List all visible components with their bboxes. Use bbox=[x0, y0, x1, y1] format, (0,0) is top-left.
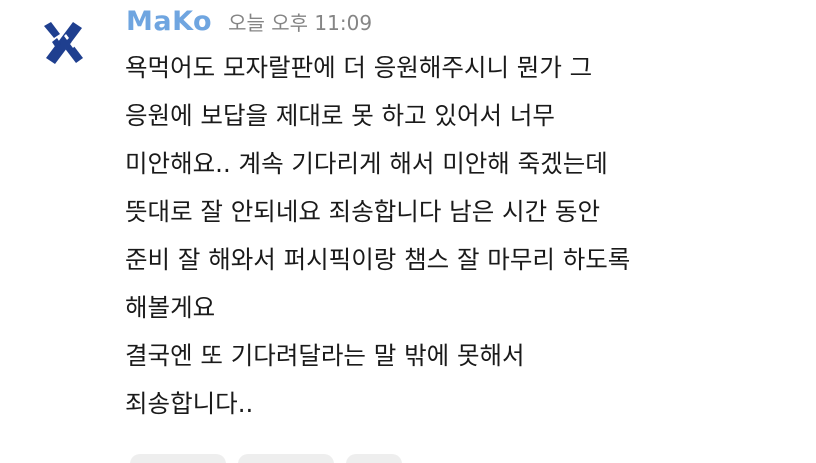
reaction-chip[interactable] bbox=[238, 454, 334, 463]
message-line: 결국엔 또 기다려달라는 말 밖에 못해서 bbox=[125, 341, 525, 370]
message-body: 욕먹어도 모자랄판에 더 응원해주시니 뭔가 그 응원에 보답을 제대로 못 하… bbox=[125, 44, 805, 428]
reaction-bar bbox=[130, 454, 402, 463]
avatar[interactable] bbox=[42, 20, 84, 66]
author-name[interactable]: MaKo bbox=[126, 6, 212, 37]
message-line: 응원에 보답을 제대로 못 하고 있어서 너무 bbox=[125, 101, 555, 130]
reaction-chip[interactable] bbox=[346, 454, 402, 463]
message-line: 준비 잘 해와서 퍼시픽이랑 챔스 잘 마무리 하도록 bbox=[125, 245, 631, 274]
message-line: 해볼게요 bbox=[125, 293, 216, 322]
reaction-chip[interactable] bbox=[130, 454, 226, 463]
message-line: 뜻대로 잘 안되네요 죄송합니다 남은 시간 동안 bbox=[125, 197, 600, 226]
message-line: 죄송합니다.. bbox=[125, 389, 254, 418]
message-line: 욕먹어도 모자랄판에 더 응원해주시니 뭔가 그 bbox=[125, 53, 593, 82]
chat-message: MaKo 오늘 오후 11:09 욕먹어도 모자랄판에 더 응원해주시니 뭔가 … bbox=[0, 0, 816, 463]
message-timestamp: 오늘 오후 11:09 bbox=[228, 11, 373, 35]
x-logo-icon bbox=[44, 22, 83, 64]
message-line: 미안해요.. 계속 기다리게 해서 미안해 죽겠는데 bbox=[125, 149, 608, 178]
